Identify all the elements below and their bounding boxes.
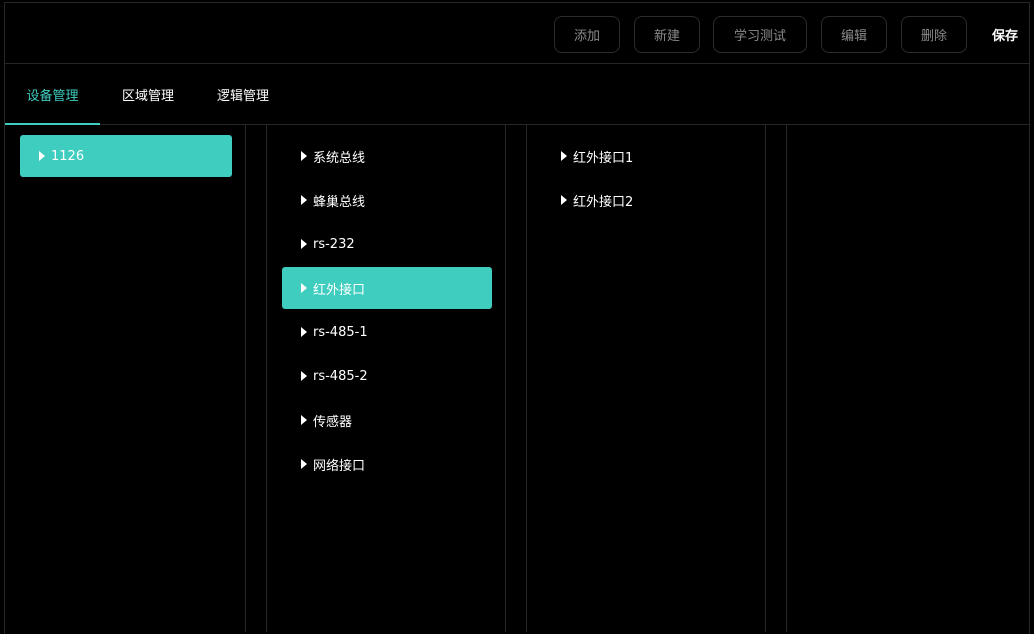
save-button[interactable]: 保存 xyxy=(985,16,1025,53)
interface-item-label: 系统总线 xyxy=(313,150,366,166)
caret-right-icon xyxy=(301,195,307,205)
caret-right-icon xyxy=(561,195,567,205)
tab-bar: 设备管理 区域管理 逻辑管理 xyxy=(5,64,1029,125)
interface-item-label: 蜂巢总线 xyxy=(313,194,366,210)
port-item[interactable]: 红外接口1 xyxy=(542,135,752,177)
caret-right-icon xyxy=(301,371,307,381)
caret-right-icon xyxy=(301,415,307,425)
port-item-label: 红外接口2 xyxy=(573,194,634,210)
port-item-label: 红外接口1 xyxy=(573,150,634,166)
device-item[interactable]: 1126 xyxy=(20,135,232,177)
interface-item[interactable]: 网络接口 xyxy=(282,443,492,485)
caret-right-icon xyxy=(301,283,307,293)
learn-test-button[interactable]: 学习测试 xyxy=(713,16,807,53)
caret-right-icon xyxy=(301,327,307,337)
delete-button[interactable]: 删除 xyxy=(901,16,967,53)
interface-item-label: 传感器 xyxy=(313,414,353,430)
column-divider xyxy=(505,125,506,632)
caret-right-icon xyxy=(39,151,45,161)
tab-device-management[interactable]: 设备管理 xyxy=(5,64,100,125)
column-divider xyxy=(245,125,246,632)
toolbar: 添加 新建 学习测试 编辑 删除 保存 xyxy=(5,3,1029,64)
interface-item[interactable]: 蜂巢总线 xyxy=(282,179,492,221)
interface-item[interactable]: rs-485-2 xyxy=(282,355,492,397)
interface-item-label: rs-485-1 xyxy=(313,324,368,340)
interface-item-label: 网络接口 xyxy=(313,458,366,474)
interface-item[interactable]: rs-232 xyxy=(282,223,492,265)
column-divider xyxy=(765,125,766,632)
caret-right-icon xyxy=(301,239,307,249)
new-button[interactable]: 新建 xyxy=(634,16,700,53)
tab-logic-management[interactable]: 逻辑管理 xyxy=(205,64,281,124)
device-item-label: 1126 xyxy=(51,148,85,164)
column-divider xyxy=(526,125,527,632)
caret-right-icon xyxy=(301,151,307,161)
column-divider xyxy=(266,125,267,632)
interface-item[interactable]: 红外接口 xyxy=(282,267,492,309)
interface-item-label: rs-232 xyxy=(313,236,355,252)
edit-button[interactable]: 编辑 xyxy=(821,16,887,53)
interface-item[interactable]: rs-485-1 xyxy=(282,311,492,353)
interface-item[interactable]: 传感器 xyxy=(282,399,492,441)
interface-item[interactable]: 系统总线 xyxy=(282,135,492,177)
add-button[interactable]: 添加 xyxy=(554,16,620,53)
interface-item-label: 红外接口 xyxy=(313,282,366,298)
port-item[interactable]: 红外接口2 xyxy=(542,179,752,221)
tab-area-management[interactable]: 区域管理 xyxy=(110,64,186,124)
column-divider xyxy=(786,125,787,632)
interface-item-label: rs-485-2 xyxy=(313,368,368,384)
caret-right-icon xyxy=(301,459,307,469)
caret-right-icon xyxy=(561,151,567,161)
